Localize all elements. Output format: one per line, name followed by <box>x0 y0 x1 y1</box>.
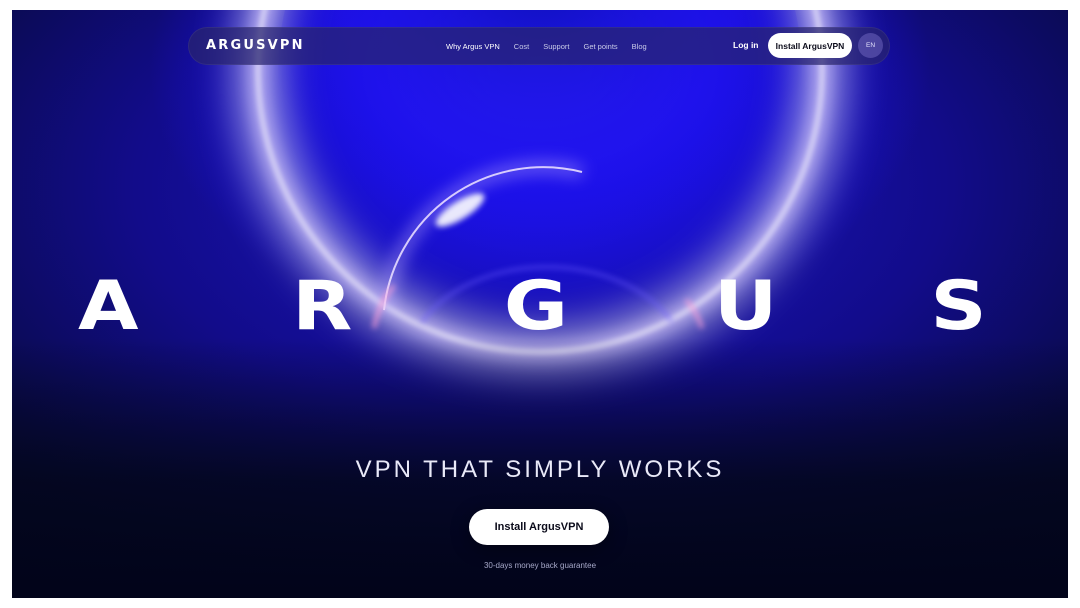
hero-letter-g: G <box>503 267 569 346</box>
hero-letter-u: U <box>713 267 778 346</box>
login-link[interactable]: Log in <box>733 40 759 50</box>
nav-link-why-argus[interactable]: Why Argus VPN <box>446 42 500 51</box>
hero-section: ARGUSVPN Why Argus VPN Cost Support Get … <box>12 10 1068 598</box>
nav-links: Why Argus VPN Cost Support Get points Bl… <box>446 27 647 65</box>
nav-link-blog[interactable]: Blog <box>632 42 647 51</box>
language-selector[interactable]: EN <box>858 33 883 58</box>
nav-link-get-points[interactable]: Get points <box>583 42 617 51</box>
nav-link-cost[interactable]: Cost <box>514 42 529 51</box>
nav-link-support[interactable]: Support <box>543 42 569 51</box>
hero-letter-a: A <box>78 267 139 346</box>
install-button-nav[interactable]: Install ArgusVPN <box>768 33 852 58</box>
brand-logo[interactable]: ARGUSVPN <box>206 38 305 54</box>
hero-letter-r: R <box>292 267 353 346</box>
hero-letter-s: S <box>930 267 987 346</box>
top-navbar: ARGUSVPN Why Argus VPN Cost Support Get … <box>188 27 890 65</box>
hero-tagline: VPN THAT SIMPLY WORKS <box>355 456 725 483</box>
install-button-hero[interactable]: Install ArgusVPN <box>469 509 609 545</box>
money-back-guarantee: 30-days money back guarantee <box>483 561 597 570</box>
